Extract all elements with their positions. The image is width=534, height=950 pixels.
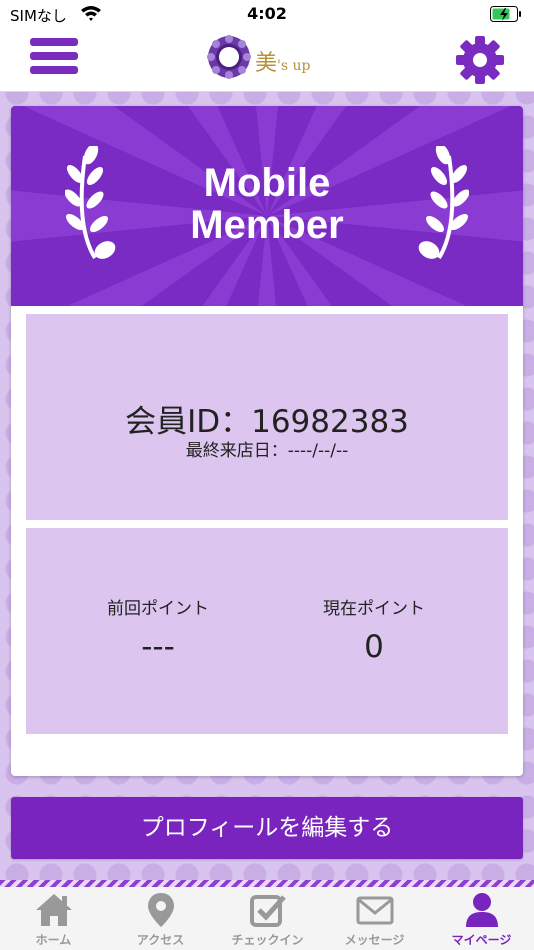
settings-button[interactable]: [455, 35, 505, 85]
tab-access-label: アクセス: [136, 933, 185, 947]
tab-home-label: ホーム: [35, 933, 72, 947]
status-bar: SIMなし 4:02: [0, 0, 534, 30]
current-points: 現在ポイント 0: [274, 594, 474, 665]
banner-title-line1: Mobile: [203, 161, 331, 205]
current-points-label: 現在ポイント: [323, 599, 425, 619]
battery-charging-icon: [490, 6, 522, 27]
member-id: 会員ID：16982383: [125, 404, 409, 440]
logo-text: 美: [255, 51, 278, 76]
tab-mypage-label: マイページ: [451, 933, 512, 947]
previous-points-value: ---: [141, 629, 175, 665]
home-icon: [36, 894, 72, 926]
tab-message-label: メッセージ: [344, 933, 405, 947]
banner-title: Mobile Member: [11, 162, 523, 246]
tab-message[interactable]: メッセージ: [321, 887, 428, 950]
hamburger-menu-icon: [30, 38, 78, 46]
checkin-icon: [250, 895, 286, 927]
logo-suffix: 's up: [277, 58, 311, 74]
navigation-bar: 美's up: [0, 30, 534, 92]
banner-title-line2: Member: [190, 203, 344, 247]
tab-bar-divider: [0, 880, 534, 887]
previous-points-label: 前回ポイント: [107, 599, 209, 619]
brand-logo: 美's up: [207, 35, 337, 85]
edit-profile-button[interactable]: プロフィールを編集する: [11, 797, 523, 859]
mandala-icon: [207, 35, 251, 79]
member-card: Mobile Member 会員ID：16982383 最終来店日：----/-…: [11, 106, 523, 776]
last-visit-date: 最終来店日：----/--/--: [185, 441, 349, 461]
tab-checkin-label: チェックイン: [231, 933, 304, 947]
tab-checkin[interactable]: チェックイン: [214, 887, 321, 950]
envelope-icon: [356, 896, 394, 925]
menu-button[interactable]: [30, 38, 78, 82]
clock: 4:02: [247, 4, 287, 23]
user-icon: [466, 893, 498, 927]
member-id-panel: 会員ID：16982383 最終来店日：----/--/--: [26, 314, 508, 520]
member-banner: Mobile Member: [11, 106, 523, 306]
tab-access[interactable]: アクセス: [107, 887, 214, 950]
previous-points: 前回ポイント ---: [58, 594, 258, 665]
tab-bar: ホーム アクセス チェックイン メッセージ マイページ: [0, 887, 534, 950]
gear-icon: [456, 36, 504, 84]
tab-home[interactable]: ホーム: [0, 887, 107, 950]
map-pin-icon: [148, 893, 174, 927]
current-points-value: 0: [364, 629, 384, 665]
tab-mypage[interactable]: マイページ: [428, 887, 534, 950]
points-panel: 前回ポイント --- 現在ポイント 0: [26, 528, 508, 734]
